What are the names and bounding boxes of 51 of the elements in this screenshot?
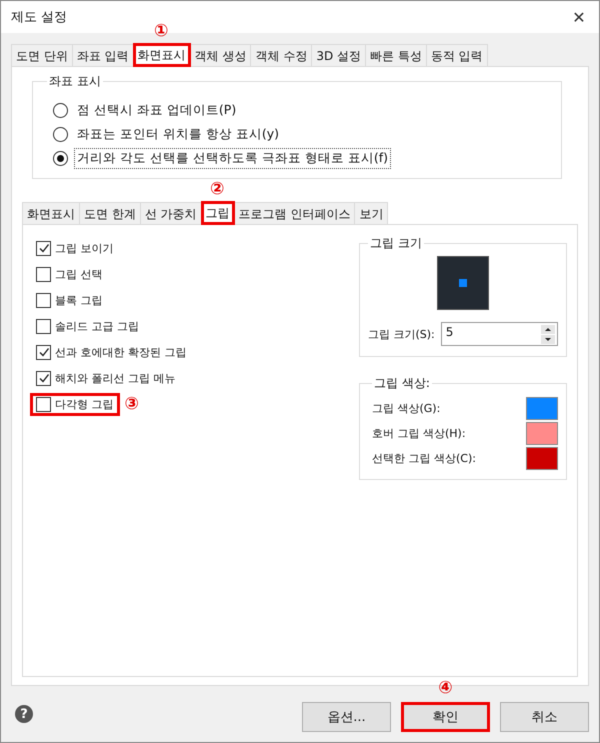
callout-number: ② [210,179,224,199]
callout-number: ④ [438,678,453,698]
color-swatch[interactable] [526,397,558,420]
color-swatch[interactable] [526,447,558,470]
color-label: 그립 색상(G): [372,401,440,416]
grip-size-field[interactable]: 5 [440,322,558,346]
callout-number: ③ [124,394,140,414]
help-icon[interactable]: ? [15,705,33,723]
checkbox-label: 다각형 그립 [55,396,114,412]
tab[interactable]: 화면표시 [22,202,80,224]
dialog-button[interactable]: 취소 [500,702,589,732]
tab[interactable]: 화면표시 [132,43,191,67]
checkbox[interactable] [36,396,51,412]
tab[interactable]: 그립 [200,201,235,225]
tab[interactable]: 동적 입력 [426,44,488,66]
option-label: 거리와 각도 선택를 선택하도록 극좌표 형태로 표시(f) [74,148,391,168]
tab[interactable]: 보기 [354,202,388,224]
checkbox-label: 블록 그립 [55,292,102,308]
checkbox[interactable] [36,240,51,256]
option-label: 좌표는 포인터 위치를 항상 표시(y) [76,124,280,143]
checkbox-label: 선과 호에대한 확장된 그립 [55,344,186,360]
dialog-button[interactable]: 옵션... [302,702,391,732]
group-title: 좌표 표시 [48,73,102,90]
radio-button[interactable] [53,126,68,142]
dialog-button[interactable]: 확인 [401,702,490,732]
color-label: 호버 그립 색상(H): [372,426,466,441]
callout-number: ① [154,21,168,41]
option-label: 점 선택시 좌표 업데이트(P) [76,100,238,118]
window-title: 제도 설정 [11,9,68,26]
radio-button[interactable] [53,150,68,166]
group-title: 그립 색상: [373,375,431,392]
tab[interactable]: 도면 한계 [79,202,141,224]
grip-preview [437,256,489,310]
checkbox[interactable] [36,344,51,360]
checkbox-label: 솔리드 고급 그립 [55,318,139,334]
tab[interactable]: 도면 단위 [11,44,73,66]
color-swatch[interactable] [526,422,558,445]
close-button[interactable]: ✕ [559,1,599,33]
radio-button[interactable] [53,102,68,118]
checkbox-label: 해치와 폴리선 그립 메뉴 [55,370,176,386]
checkbox[interactable] [36,266,51,282]
checkbox-label: 그립 선택 [55,266,102,282]
checkbox[interactable] [36,370,51,386]
field-label: 그립 크기(S): [368,326,435,342]
checkbox[interactable] [36,318,51,334]
group-title: 그립 크기 [369,235,423,252]
tab[interactable]: 프로그램 인터페이스 [234,202,356,224]
checkbox-label: 그립 보이기 [55,240,114,256]
checkbox[interactable] [36,292,51,308]
color-label: 선택한 그립 색상(C): [372,451,476,466]
tab[interactable]: 선 가중치 [140,202,202,224]
